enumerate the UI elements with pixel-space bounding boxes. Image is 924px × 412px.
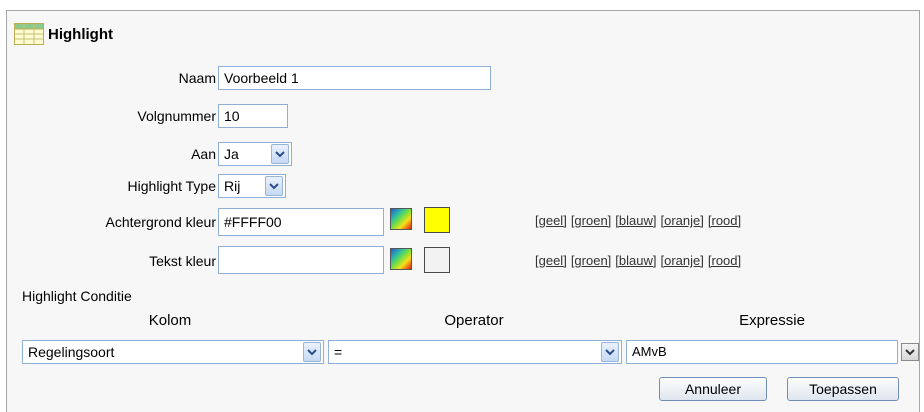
link-oranje[interactable]: [oranje]: [661, 253, 704, 268]
highlight-type-label: Highlight Type: [127, 178, 216, 194]
link-groen[interactable]: [groen]: [571, 253, 611, 268]
dialog-title: Highlight: [48, 25, 113, 43]
link-rood[interactable]: [rood]: [708, 253, 741, 268]
operator-select-value: =: [334, 344, 343, 360]
operator-select[interactable]: =: [328, 340, 622, 364]
highlight-type-select[interactable]: Rij: [218, 174, 286, 198]
tekst-kleur-label: Tekst kleur: [149, 253, 216, 269]
highlight-conditie-label: Highlight Conditie: [22, 288, 132, 304]
table-grid-icon: [14, 23, 44, 45]
expressie-header: Expressie: [739, 312, 805, 329]
tekst-color-links: [geel] [groen] [blauw] [oranje] [rood]: [535, 252, 745, 270]
kolom-header: Kolom: [148, 312, 192, 329]
aan-label: Aan: [191, 146, 216, 162]
link-rood[interactable]: [rood]: [708, 213, 741, 228]
chevron-down-icon[interactable]: [265, 176, 283, 196]
naam-label: Naam: [178, 70, 216, 86]
kolom-select-value: Regelingsoort: [28, 344, 115, 360]
chevron-down-icon[interactable]: [901, 343, 919, 361]
link-geel[interactable]: [geel]: [535, 213, 567, 228]
volgnummer-input[interactable]: 10: [218, 104, 288, 128]
link-geel[interactable]: [geel]: [535, 253, 567, 268]
cancel-button[interactable]: Annuleer: [659, 377, 767, 401]
volgnummer-label: Volgnummer: [137, 108, 216, 124]
chevron-down-icon[interactable]: [601, 342, 619, 362]
link-oranje[interactable]: [oranje]: [661, 213, 704, 228]
achtergrond-kleur-label: Achtergrond kleur: [105, 214, 216, 230]
achtergrond-kleur-swatch: [424, 207, 450, 233]
achtergrond-color-links: [geel] [groen] [blauw] [oranje] [rood]: [535, 212, 745, 230]
chevron-down-icon[interactable]: [271, 144, 289, 164]
tekst-kleur-swatch: [424, 247, 450, 273]
aan-select-value: Ja: [224, 146, 239, 162]
color-picker-icon[interactable]: [390, 248, 412, 270]
apply-button[interactable]: Toepassen: [787, 377, 899, 401]
chevron-down-icon[interactable]: [303, 342, 321, 362]
link-blauw[interactable]: [blauw]: [615, 213, 656, 228]
achtergrond-kleur-input[interactable]: #FFFF00: [218, 208, 384, 236]
color-picker-icon[interactable]: [390, 208, 412, 230]
link-groen[interactable]: [groen]: [571, 213, 611, 228]
highlight-type-select-value: Rij: [224, 178, 241, 194]
naam-input[interactable]: Voorbeeld 1: [218, 66, 491, 90]
dialog-header: Highlight: [14, 22, 113, 46]
tekst-kleur-input[interactable]: [218, 246, 384, 274]
operator-header: Operator: [444, 312, 504, 329]
expressie-input[interactable]: AMvB: [626, 340, 898, 364]
kolom-select[interactable]: Regelingsoort: [22, 340, 324, 364]
link-blauw[interactable]: [blauw]: [615, 253, 656, 268]
aan-select[interactable]: Ja: [218, 142, 292, 166]
